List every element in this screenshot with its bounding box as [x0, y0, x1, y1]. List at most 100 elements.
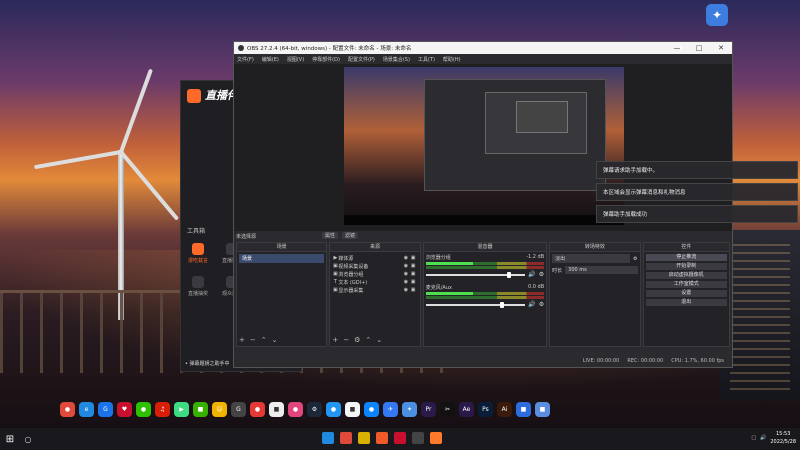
close-icon[interactable]: ✕ — [710, 44, 732, 52]
remove-icon[interactable]: − — [343, 336, 349, 344]
windows-start-icon[interactable]: ⊞ — [0, 434, 20, 445]
assistant-item[interactable]: 漫吃载言 — [183, 243, 213, 264]
app-cat-icon[interactable]: ☺ — [212, 401, 227, 417]
menu-tools[interactable]: 工具(T) — [418, 56, 435, 63]
eye-icon[interactable]: ◉ — [404, 271, 411, 277]
menu-file[interactable]: 文件(F) — [237, 56, 254, 63]
netease-icon[interactable]: ♫ — [155, 401, 170, 417]
gear-icon[interactable]: ⚙ — [539, 301, 544, 308]
assistant-item[interactable]: 直播抽奖 — [183, 276, 213, 297]
source-list-item[interactable]: T 文本 (GDI+) ◉ ▣ — [332, 278, 417, 286]
illustrator-icon[interactable]: Ai — [497, 401, 512, 417]
add-icon[interactable]: + — [239, 336, 245, 344]
volume-slider-knob[interactable] — [507, 271, 512, 278]
mixer-channel-name: 麦克风/Aux — [425, 285, 452, 291]
source-list-item[interactable]: ▣ 浏览器分组 ◉ ▣ — [332, 270, 417, 278]
eye-icon[interactable]: ◉ — [404, 279, 411, 285]
duration-input[interactable]: 300 ms — [565, 266, 638, 274]
eye-icon[interactable]: ◉ — [404, 287, 411, 293]
stream-preview[interactable] — [344, 67, 624, 225]
speaker-icon[interactable]: 🔊 — [528, 301, 535, 308]
taskbar-app-icon[interactable] — [358, 432, 370, 444]
stop-streaming-button[interactable]: 停止推流 — [645, 254, 728, 261]
desktop-app-icon[interactable]: ✦ — [706, 4, 728, 26]
app-bird-icon[interactable]: ✦ — [402, 401, 417, 417]
menu-help[interactable]: 帮助(H) — [443, 56, 461, 63]
premiere-icon[interactable]: Pr — [421, 401, 436, 417]
app-green-icon[interactable]: ■ — [193, 401, 208, 417]
lock-icon[interactable]: ▣ — [411, 255, 418, 261]
volume-slider[interactable] — [425, 301, 526, 308]
edge-icon[interactable]: e — [79, 401, 94, 417]
menu-docks[interactable]: 停靠部件(D) — [312, 56, 340, 63]
maximize-icon[interactable]: □ — [688, 44, 710, 52]
volume-slider[interactable] — [425, 271, 526, 278]
lock-icon[interactable]: ▣ — [411, 279, 418, 285]
menu-view[interactable]: 视图(V) — [287, 56, 304, 63]
capcut-icon[interactable]: ✂ — [440, 401, 455, 417]
taskbar-app-icon[interactable] — [376, 432, 388, 444]
photoshop-icon[interactable]: Ps — [478, 401, 493, 417]
menu-scene-collection[interactable]: 场景集合(S) — [383, 56, 410, 63]
gear-icon[interactable]: ⚙ — [633, 256, 637, 262]
taskbar-app-icon[interactable] — [430, 432, 442, 444]
properties-button[interactable]: 属性 — [322, 232, 339, 239]
app-blue3-icon[interactable]: ● — [364, 401, 379, 417]
source-list-item[interactable]: ▶ 媒体源 ◉ ▣ — [332, 254, 417, 262]
virtual-camera-button[interactable]: 启动虚拟摄像机 — [645, 272, 728, 279]
source-list-item[interactable]: ▣ 显示器采集 ◉ ▣ — [332, 286, 417, 294]
app-red-icon[interactable]: ♥ — [117, 401, 132, 417]
play-icon[interactable]: ▶ — [174, 401, 189, 417]
taskbar-app-icon[interactable] — [394, 432, 406, 444]
remove-icon[interactable]: − — [250, 336, 256, 344]
move-down-icon[interactable]: ⌄ — [272, 336, 278, 344]
app-g-icon[interactable]: G — [231, 401, 246, 417]
move-down-icon[interactable]: ⌄ — [376, 336, 382, 344]
app-white2-icon[interactable]: ■ — [345, 401, 360, 417]
menu-edit[interactable]: 编辑(E) — [262, 56, 279, 63]
menu-profile[interactable]: 配置文件(P) — [348, 56, 375, 63]
lock-icon[interactable]: ▣ — [411, 271, 418, 277]
app-blue5-icon[interactable]: ■ — [516, 401, 531, 417]
chrome-icon[interactable]: ● — [60, 401, 75, 417]
source-list-item[interactable]: ▣ 视频采集设备 ◉ ▣ — [332, 262, 417, 270]
minimize-icon[interactable]: — — [666, 44, 688, 52]
app-pink-icon[interactable]: ● — [288, 401, 303, 417]
search-icon[interactable]: ○ — [20, 435, 36, 444]
steam-icon[interactable]: ⚙ — [307, 401, 322, 417]
clock[interactable]: 15:53 2022/5/28 — [770, 430, 796, 446]
settings-icon[interactable]: ⚙ — [354, 336, 360, 344]
eye-icon[interactable]: ◉ — [404, 263, 411, 269]
app-blue2-icon[interactable]: ● — [326, 401, 341, 417]
eye-icon[interactable]: ◉ — [404, 255, 411, 261]
taskbar-app-icon[interactable] — [340, 432, 352, 444]
app-red2-icon[interactable]: ● — [250, 401, 265, 417]
app-white-icon[interactable]: ■ — [269, 401, 284, 417]
obs-titlebar[interactable]: OBS 27.2.4 (64-bit, windows) - 配置文件: 未命名… — [234, 42, 732, 54]
lock-icon[interactable]: ▣ — [411, 263, 418, 269]
start-recording-button[interactable]: 开始录制 — [645, 263, 728, 270]
scene-list-item[interactable]: 场景 — [239, 254, 325, 263]
taskbar-app-icon[interactable] — [412, 432, 424, 444]
speaker-icon[interactable]: 🔊 — [528, 271, 535, 278]
volume-icon[interactable]: 🔊 — [760, 435, 766, 441]
filters-button[interactable]: 滤镜 — [342, 232, 359, 239]
move-up-icon[interactable]: ⌃ — [261, 336, 267, 344]
lock-icon[interactable]: ▣ — [411, 287, 418, 293]
network-icon[interactable]: □ — [751, 435, 756, 441]
taskbar-app-icon[interactable] — [322, 432, 334, 444]
after-effects-icon[interactable]: Ae — [459, 401, 474, 417]
exit-button[interactable]: 退出 — [645, 299, 728, 306]
wechat-icon[interactable]: ● — [136, 401, 151, 417]
gear-icon[interactable]: ⚙ — [539, 271, 544, 278]
app-blue4-icon[interactable]: ✈ — [383, 401, 398, 417]
settings-button[interactable]: 设置 — [645, 290, 728, 297]
app-blue-icon[interactable]: G — [98, 401, 113, 417]
move-up-icon[interactable]: ⌃ — [365, 336, 371, 344]
volume-slider-knob[interactable] — [500, 301, 505, 308]
studio-mode-button[interactable]: 工作室模式 — [645, 281, 728, 288]
transition-select[interactable]: 淡出 — [552, 254, 631, 263]
add-icon[interactable]: + — [332, 336, 338, 344]
app-blue6-icon[interactable]: ■ — [535, 401, 550, 417]
assistant-item-icon — [192, 276, 204, 288]
